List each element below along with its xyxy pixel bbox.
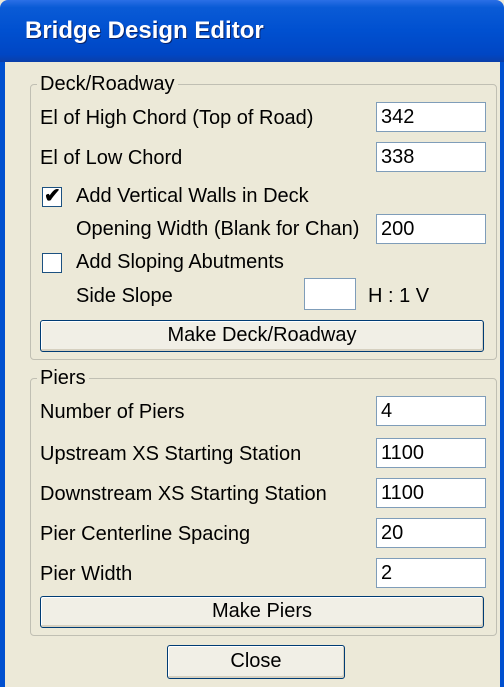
opening-width-input[interactable] [376, 214, 486, 244]
pier-spacing-label: Pier Centerline Spacing [40, 523, 251, 545]
window-frame-left [0, 62, 5, 687]
high-chord-label: El of High Chord (Top of Road) [40, 107, 314, 129]
vertical-walls-checkbox[interactable]: ✔ [42, 185, 62, 207]
sloping-abutments-checkbox[interactable] [42, 253, 62, 273]
low-chord-input[interactable] [376, 142, 486, 172]
upstream-station-input[interactable] [376, 438, 486, 468]
piers-legend: Piers [37, 367, 89, 389]
bridge-design-editor-window: Bridge Design Editor Deck/Roadway El of … [0, 0, 504, 687]
side-slope-input[interactable] [304, 278, 356, 310]
pier-width-label: Pier Width [40, 563, 133, 585]
deck-roadway-legend: Deck/Roadway [37, 73, 178, 95]
number-of-piers-input[interactable] [376, 396, 486, 426]
side-slope-unit: H : 1 V [368, 285, 430, 307]
upstream-station-label: Upstream XS Starting Station [40, 443, 302, 465]
number-of-piers-label: Number of Piers [40, 401, 185, 423]
window-frame-right [500, 62, 504, 687]
high-chord-input[interactable] [376, 102, 486, 132]
low-chord-label: El of Low Chord [40, 147, 183, 169]
pier-width-input[interactable] [376, 558, 486, 588]
make-piers-button[interactable]: Make Piers [40, 596, 484, 628]
title-bar[interactable]: Bridge Design Editor [0, 0, 504, 62]
close-button[interactable]: Close [167, 645, 345, 679]
window-title: Bridge Design Editor [25, 17, 264, 44]
pier-spacing-input[interactable] [376, 518, 486, 548]
vertical-walls-label[interactable]: Add Vertical Walls in Deck [76, 184, 309, 208]
side-slope-label: Side Slope [76, 285, 173, 307]
opening-width-label: Opening Width (Blank for Chan) [76, 218, 360, 240]
checkmark-icon: ✔ [44, 185, 61, 207]
downstream-station-label: Downstream XS Starting Station [40, 483, 327, 505]
sloping-abutments-label[interactable]: Add Sloping Abutments [76, 250, 284, 274]
downstream-station-input[interactable] [376, 478, 486, 508]
make-deck-roadway-button[interactable]: Make Deck/Roadway [40, 320, 484, 352]
